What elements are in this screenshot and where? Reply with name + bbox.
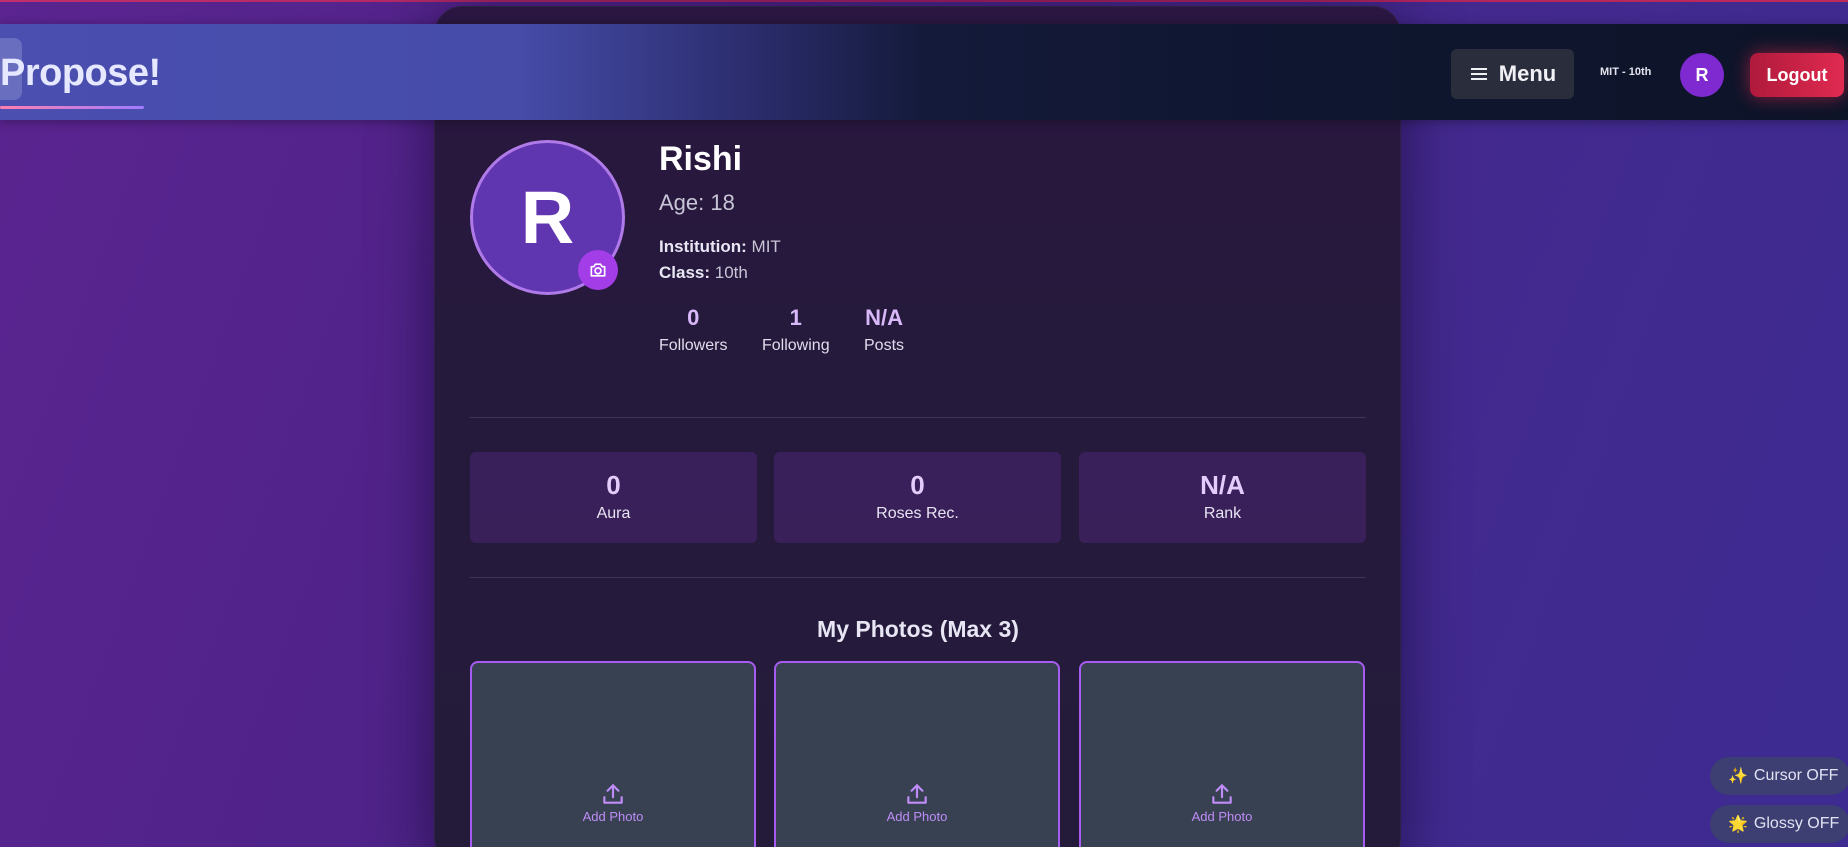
upload-icon (603, 784, 623, 804)
institution-label: Institution: (659, 237, 747, 256)
sparkles-icon: ✨ (1728, 768, 1748, 785)
cursor-toggle-label: Cursor OFF (1753, 767, 1839, 784)
class-value: 10th (714, 263, 748, 282)
upload-icon (907, 784, 927, 804)
stat-value: 1 (789, 305, 802, 330)
section-divider (470, 417, 1366, 418)
brand-underline (0, 106, 144, 109)
top-accent-line (0, 0, 1848, 2)
metric-aura: 0 Aura (470, 452, 757, 543)
star-icon: 🌟 (1728, 816, 1748, 833)
glossy-toggle-label: Glossy OFF (1753, 815, 1840, 832)
metric-roses: 0 Roses Rec. (774, 452, 1061, 543)
camera-icon (590, 263, 606, 277)
institution-value: MIT (751, 237, 781, 256)
user-avatar[interactable]: R (1680, 53, 1724, 97)
profile-class: Class: 10th (659, 263, 748, 283)
metric-label: Roses Rec. (876, 505, 959, 522)
stat-label: Following (762, 337, 830, 354)
add-photo-label: Add Photo (582, 809, 644, 824)
glossy-toggle-button[interactable]: 🌟 Glossy OFF (1710, 805, 1848, 843)
stat-followers[interactable]: 0 Followers (659, 305, 727, 355)
profile-institution: Institution: MIT (659, 237, 781, 257)
profile-name: Rishi (659, 140, 743, 178)
stat-posts[interactable]: N/A Posts (864, 305, 904, 355)
metric-value: 0 (910, 470, 925, 500)
profile-age: Age: 18 (659, 190, 735, 216)
stat-value: 0 (687, 305, 700, 330)
add-photo-label: Add Photo (886, 809, 948, 824)
section-divider (470, 577, 1366, 578)
metric-label: Rank (1203, 505, 1242, 522)
class-label: Class: (659, 263, 711, 282)
metric-rank: N/A Rank (1079, 452, 1366, 543)
add-photo-label: Add Photo (1191, 809, 1253, 824)
top-navbar: Propose! Menu MIT - 10th R Logout (0, 24, 1848, 120)
change-avatar-button[interactable] (578, 250, 618, 290)
metric-value: 0 (606, 470, 621, 500)
brand-logo-text[interactable]: Propose! (0, 52, 161, 95)
school-class-label: MIT - 10th (1600, 66, 1652, 78)
photos-section-title: My Photos (Max 3) (817, 616, 1019, 642)
stat-label: Followers (659, 337, 728, 354)
photo-slot-2[interactable]: Add Photo (774, 661, 1060, 847)
photo-slot-3[interactable]: Add Photo (1079, 661, 1365, 847)
age-label: Age: (659, 190, 705, 215)
logout-button[interactable]: Logout (1750, 53, 1844, 97)
age-value: 18 (710, 190, 735, 215)
hamburger-icon (1470, 68, 1487, 80)
metric-value: N/A (1200, 470, 1245, 500)
menu-label: Menu (1498, 61, 1557, 86)
stat-following[interactable]: 1 Following (762, 305, 830, 355)
menu-button[interactable]: Menu (1451, 49, 1574, 99)
cursor-toggle-button[interactable]: ✨ Cursor OFF (1710, 757, 1848, 795)
metric-label: Aura (596, 505, 631, 522)
stat-value: N/A (865, 305, 903, 330)
photo-slot-1[interactable]: Add Photo (470, 661, 756, 847)
stat-label: Posts (864, 337, 905, 354)
upload-icon (1212, 784, 1232, 804)
